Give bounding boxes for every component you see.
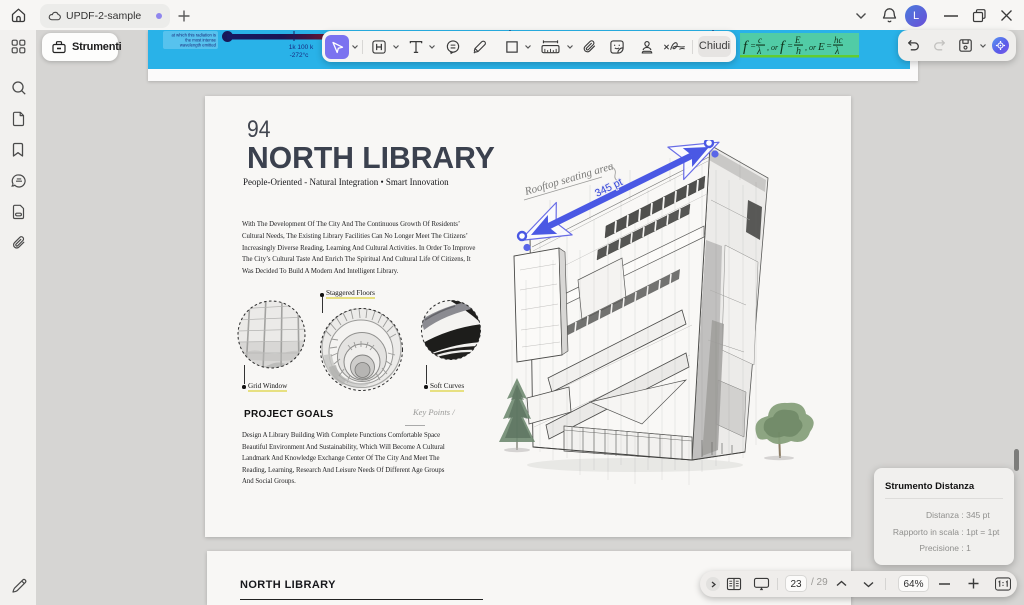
svg-text:=: = [826, 41, 832, 51]
svg-text:, or: , or [767, 43, 779, 52]
svg-text:, or: , or [805, 43, 817, 52]
svg-text:=: = [750, 41, 756, 51]
svg-text:E: E [817, 41, 825, 53]
svg-text:1k 100 k: 1k 100 k [289, 44, 314, 51]
svg-text:E: E [794, 35, 801, 45]
svg-text:h: h [796, 46, 801, 57]
svg-text:λ: λ [756, 46, 762, 57]
svg-text:wavelength emitted: wavelength emitted [180, 43, 217, 48]
svg-text:hc: hc [834, 35, 843, 45]
svg-text:=: = [787, 41, 793, 51]
svg-text:-272°c: -272°c [290, 51, 310, 59]
svg-text:λ: λ [834, 46, 840, 57]
svg-text:c: c [758, 35, 762, 45]
